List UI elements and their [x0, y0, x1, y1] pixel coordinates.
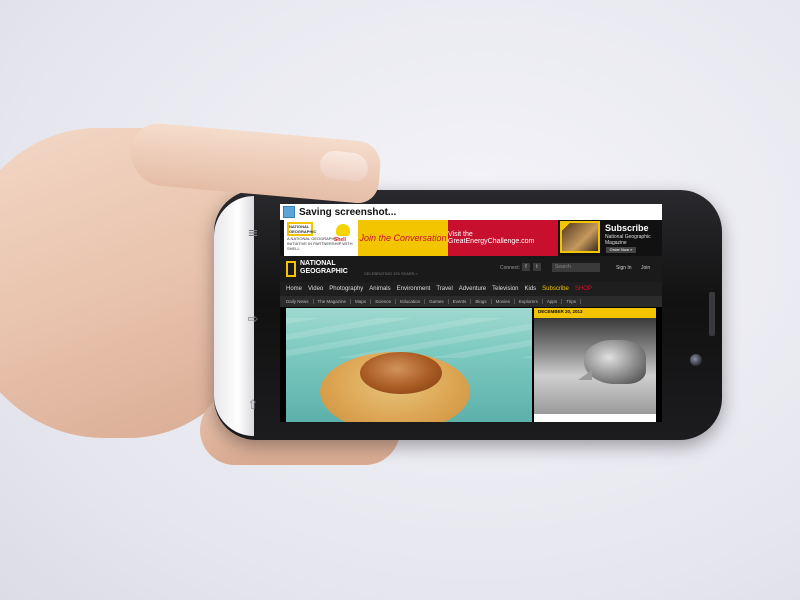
nav-home[interactable]: Home [286, 286, 302, 292]
ad-join-button[interactable]: Join the Conversation [358, 220, 448, 256]
subnav-the-magazine[interactable]: The Magazine [318, 299, 352, 304]
join-link[interactable]: Join [641, 265, 650, 271]
ng-logo-text[interactable]: NATIONAL GEOGRAPHIC [300, 260, 360, 276]
shell-logo [336, 224, 350, 236]
menu-lines-icon[interactable]: ≡ [246, 226, 260, 241]
shell-label: Shell [334, 237, 346, 243]
status-text: Saving screenshot... [299, 206, 397, 218]
ad-subscribe-title: Subscribe [605, 223, 649, 233]
site-header: NATIONAL GEOGRAPHIC CELEBRATING 125 YEARS… [280, 256, 662, 282]
ad-partner-logo: NATIONAL GEOGRAPHIC [287, 222, 317, 236]
ad-order-button[interactable]: Order Now » [606, 247, 636, 253]
nav-photography[interactable]: Photography [329, 286, 363, 292]
ad-visit-link[interactable]: Visit the GreatEnergyChallenge.com [448, 220, 558, 256]
sub-nav: Daily News The Magazine Maps Science Edu… [280, 296, 662, 307]
ad-subscribe-line: National Geographic Magazine [605, 234, 651, 246]
nav-adventure[interactable]: Adventure [459, 286, 486, 292]
subnav-games[interactable]: Games [429, 299, 449, 304]
feature-caption[interactable] [534, 414, 656, 422]
nav-travel[interactable]: Travel [436, 286, 452, 292]
connect-label: Connect: [500, 265, 521, 271]
subnav-events[interactable]: Events [453, 299, 472, 304]
search-input[interactable]: Search [552, 263, 600, 272]
home-icon[interactable]: ⇧ [246, 398, 260, 413]
subnav-movies[interactable]: Movies [496, 299, 515, 304]
subnav-trips[interactable]: Trips [566, 299, 582, 304]
subnav-science[interactable]: Science [375, 299, 397, 304]
twitter-icon[interactable]: t [533, 263, 541, 271]
sign-in-link[interactable]: Sign In [616, 265, 632, 271]
tagline[interactable]: CELEBRATING 125 YEARS » [364, 271, 418, 276]
rhino-horn [578, 370, 592, 380]
feature-rhino-photo[interactable] [534, 318, 656, 414]
jellyfish-core [360, 352, 442, 394]
ad-banner[interactable]: NATIONAL GEOGRAPHIC A NATIONAL GEOGRAPHI… [280, 220, 662, 256]
phone-screen: Saving screenshot... NATIONAL GEOGRAPHIC… [280, 204, 662, 422]
hero-jellyfish-photo[interactable] [286, 308, 532, 422]
subnav-blogs[interactable]: Blogs [475, 299, 492, 304]
rhino-shape [584, 340, 646, 384]
subnav-explorers[interactable]: Explorers [519, 299, 543, 304]
nav-shop[interactable]: SHOP [575, 286, 592, 292]
ng-logo-box[interactable] [286, 261, 296, 277]
magazine-cover [560, 221, 600, 253]
subnav-daily-news[interactable]: Daily News [286, 299, 314, 304]
subnav-apps[interactable]: Apps [547, 299, 563, 304]
phone-side-button [709, 292, 715, 336]
back-arrow-icon[interactable]: ⇨ [246, 312, 260, 327]
screenshot-icon [283, 206, 295, 218]
main-nav: Home Video Photography Animals Environme… [280, 282, 662, 296]
nav-animals[interactable]: Animals [369, 286, 390, 292]
nav-video[interactable]: Video [308, 286, 323, 292]
feature-date: DECEMBER 20, 2013 [538, 309, 583, 314]
facebook-icon[interactable]: f [522, 263, 530, 271]
subnav-education[interactable]: Education [400, 299, 426, 304]
status-bar: Saving screenshot... [280, 204, 662, 220]
subnav-maps[interactable]: Maps [355, 299, 372, 304]
nav-television[interactable]: Television [492, 286, 518, 292]
nav-subscribe[interactable]: Subscribe [542, 286, 569, 292]
front-camera [690, 354, 702, 366]
nav-kids[interactable]: Kids [525, 286, 537, 292]
nav-environment[interactable]: Environment [397, 286, 431, 292]
